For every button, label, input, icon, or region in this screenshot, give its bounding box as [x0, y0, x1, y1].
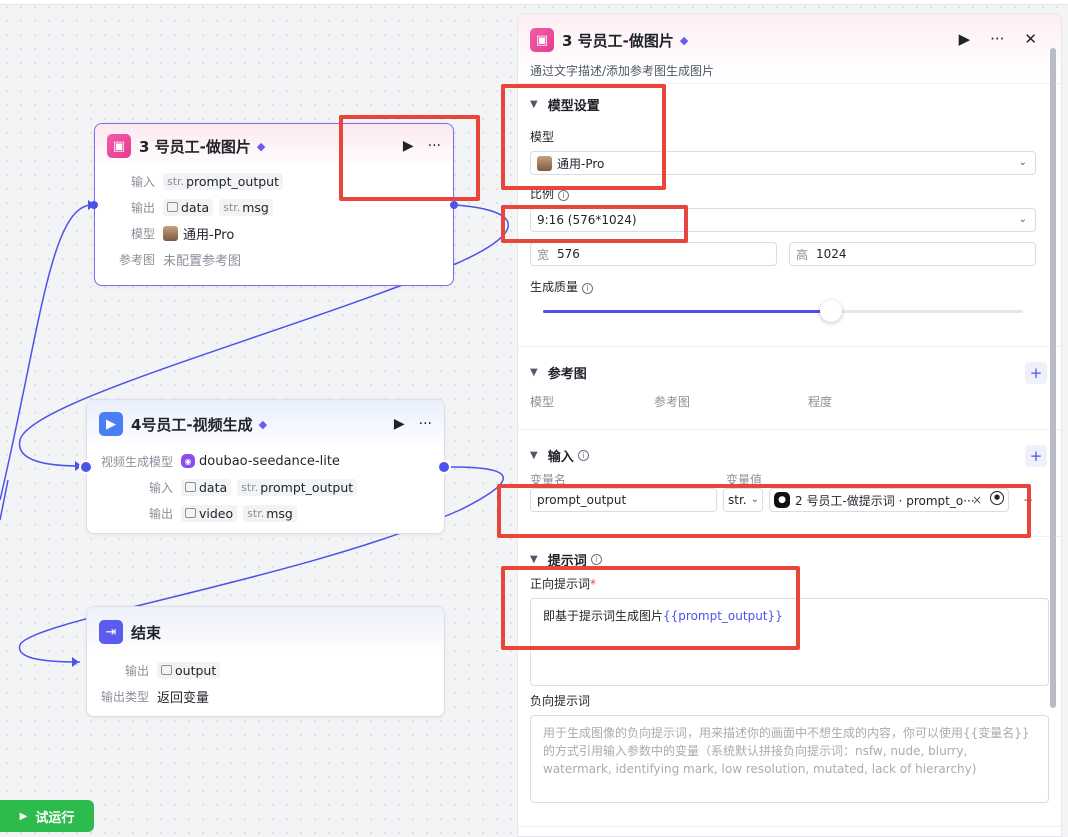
image-gen-icon: ▣ [530, 28, 554, 52]
video-gen-icon: ▶ [99, 412, 123, 436]
negative-prompt-label: 负向提示词 [530, 694, 591, 708]
port-n4-in[interactable] [79, 460, 93, 474]
ref-label: 参考图 [118, 252, 155, 267]
slider-handle[interactable] [820, 300, 842, 322]
model-label: 模型 [130, 226, 155, 241]
node-end[interactable]: ⇥ 结束 输出 output 输出类型 返回变量 [86, 606, 445, 717]
output-label: 输出 [124, 663, 149, 678]
reference-image-section: ▼ 参考图 + 模型 参考图 程度 [518, 347, 1061, 430]
col-ref: 参考图 [654, 394, 691, 409]
play-icon: ▶ [19, 810, 28, 822]
model-value: 通用-Pro [183, 227, 235, 243]
highlight-box [339, 115, 480, 201]
output-label: 输出 [130, 200, 155, 215]
output-section: ▼ 输出i [518, 827, 1061, 836]
chevron-down-icon: ▼ [530, 449, 538, 461]
node-header: ⇥ 结束 [87, 607, 444, 657]
output-label: 输出 [148, 506, 173, 521]
height-input[interactable]: 高 1024 [789, 242, 1036, 266]
var-chip: str. prompt_output [163, 172, 284, 190]
diamond-icon: ◆ [258, 417, 268, 431]
output-type-label: 输出类型 [100, 689, 149, 704]
node-output-row: 输出 output [87, 657, 444, 683]
chevron-down-icon: ⌄ [1018, 157, 1027, 168]
width-input[interactable]: 宽 576 [530, 242, 777, 266]
model-label: 视频生成模型 [100, 454, 173, 469]
folder-icon [185, 508, 196, 518]
model-logo-icon: ◉ [181, 454, 195, 468]
info-icon: i [558, 190, 570, 201]
edge-into-n3 [0, 204, 91, 501]
node-input-row: 输入 data str. prompt_output [87, 474, 444, 500]
diamond-icon: ◆ [679, 33, 689, 47]
highlight-box [501, 205, 688, 243]
node-title: 3 号员工-做图片 [139, 137, 251, 156]
highlight-box [501, 566, 800, 650]
diamond-icon: ◆ [256, 139, 266, 153]
chevron-down-icon: ▼ [530, 553, 538, 565]
negative-prompt-input[interactable]: 用于生成图像的负向提示词，用来描述你的画面中不想生成的内容，你可以使用{{变量名… [530, 715, 1049, 803]
image-icon [185, 482, 196, 492]
panel-scrollbar[interactable] [1049, 32, 1057, 836]
port-n3-in[interactable] [90, 201, 98, 209]
node-model-row: 模型 通用-Pro [95, 220, 453, 246]
play-icon[interactable]: ▶ [959, 30, 971, 48]
node-model-row: 视频生成模型 ◉ doubao-seedance-lite [87, 448, 444, 474]
node-title: 4号员工-视频生成 [131, 415, 253, 434]
panel-title: 3 号员工-做图片 [562, 31, 674, 50]
var-chip: data [181, 478, 232, 496]
edge-arrow-end [72, 657, 79, 667]
model-value: doubao-seedance-lite [199, 453, 340, 469]
var-chip: output [157, 661, 221, 679]
panel-header: ▣ 3 号员工-做图片 ◆ 通过文字描述/添加参考图生成图片 ▶ ··· ✕ [518, 14, 1061, 84]
highlight-box [497, 484, 1031, 538]
node-header: ▶ 4号员工-视频生成 ◆ ▶ ··· [87, 400, 444, 448]
node-title: 结束 [131, 623, 162, 642]
test-run-button[interactable]: ▶ 试运行 [0, 800, 94, 832]
image-gen-icon: ▣ [107, 134, 131, 158]
info-icon: i [582, 283, 594, 294]
var-chip: data [163, 198, 214, 216]
var-chip: str. msg [219, 198, 273, 216]
more-icon[interactable]: ··· [419, 416, 432, 432]
node-ref-row: 参考图 未配置参考图 [95, 246, 453, 272]
port-n4-out[interactable] [437, 460, 451, 474]
add-reference-button[interactable]: + [1025, 362, 1047, 384]
quality-slider[interactable] [543, 300, 1023, 322]
var-chip: str. prompt_output [237, 478, 358, 496]
info-icon: i [577, 449, 589, 461]
var-chip: str. msg [243, 504, 297, 522]
var-chip: video [181, 504, 238, 522]
model-avatar-icon [163, 225, 178, 241]
play-icon[interactable]: ▶ [394, 416, 405, 432]
panel-subtitle: 通过文字描述/添加参考图生成图片 [530, 64, 715, 78]
col-model: 模型 [530, 394, 555, 409]
chevron-down-icon: ⌄ [1018, 214, 1027, 225]
end-icon: ⇥ [99, 620, 123, 644]
add-input-button[interactable]: + [1025, 445, 1047, 467]
ref-value: 未配置参考图 [163, 253, 242, 269]
chevron-down-icon: ▼ [530, 366, 538, 378]
node-output-row: 输出 video str. msg [87, 500, 444, 526]
highlight-box [501, 84, 666, 190]
port-n3-out[interactable] [450, 201, 458, 209]
info-icon: i [590, 553, 602, 565]
input-label: 输入 [130, 174, 155, 189]
more-icon[interactable]: ··· [990, 30, 1004, 48]
output-type-value: 返回变量 [157, 690, 210, 706]
image-icon [161, 665, 172, 675]
close-icon[interactable]: ✕ [1024, 30, 1037, 48]
node-output-type-row: 输出类型 返回变量 [87, 683, 444, 709]
input-label: 输入 [148, 480, 173, 495]
section-header[interactable]: ▼ 输出i [530, 827, 1049, 836]
col-degree: 程度 [808, 394, 833, 409]
image-icon [167, 202, 178, 212]
node-video-gen[interactable]: ▶ 4号员工-视频生成 ◆ ▶ ··· 视频生成模型 ◉ doubao-seed… [86, 399, 445, 534]
quality-label: 生成质量 i [530, 278, 1049, 295]
